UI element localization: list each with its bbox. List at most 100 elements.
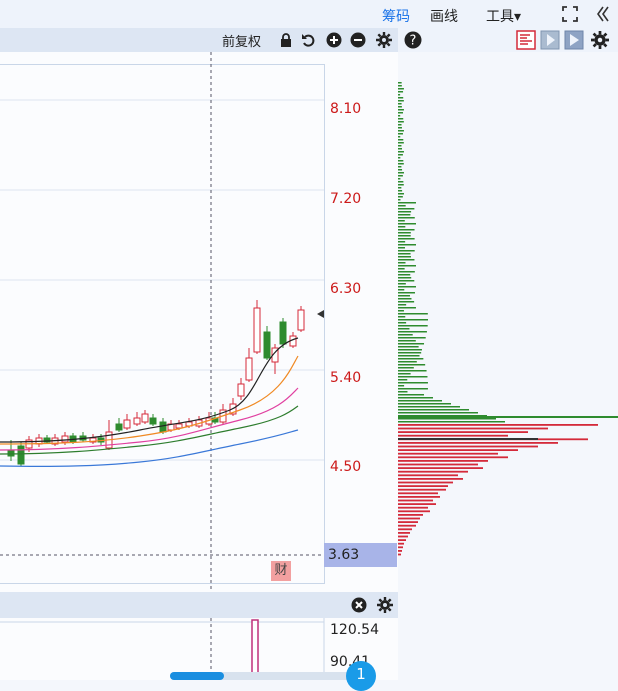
chip-bar bbox=[398, 136, 401, 138]
finance-marker[interactable]: 财 bbox=[271, 561, 291, 581]
chip-bar bbox=[398, 163, 404, 165]
chip-bar bbox=[398, 241, 406, 243]
chip-bar bbox=[398, 337, 426, 339]
chip-bar bbox=[398, 157, 401, 159]
chip-bar bbox=[398, 331, 427, 333]
moving-average-line bbox=[0, 429, 299, 467]
zoom-in-icon[interactable] bbox=[326, 32, 342, 48]
chip-bar bbox=[398, 295, 410, 297]
chip-bar bbox=[398, 370, 427, 372]
candle bbox=[263, 331, 271, 359]
fullscreen-icon[interactable] bbox=[561, 5, 579, 23]
help-icon[interactable]: ? bbox=[404, 31, 422, 49]
chip-bar bbox=[398, 355, 420, 357]
chip-bar bbox=[398, 406, 460, 408]
chart-toolbar: 前复权 bbox=[0, 28, 398, 52]
chip-bar bbox=[398, 349, 422, 351]
play-step-icon[interactable] bbox=[564, 30, 584, 50]
chip-bar bbox=[398, 253, 411, 255]
chip-bar bbox=[398, 247, 405, 249]
chip-bar bbox=[398, 481, 453, 484]
chip-bar bbox=[398, 361, 417, 363]
chip-bar bbox=[398, 307, 416, 309]
chip-bar bbox=[398, 391, 408, 393]
chip-bar bbox=[398, 244, 416, 246]
chips-toolbar: ? bbox=[398, 28, 618, 52]
chip-bar bbox=[398, 358, 424, 360]
candle bbox=[297, 309, 305, 331]
undo-icon[interactable] bbox=[301, 32, 317, 48]
draw-line-tab[interactable]: 画线 bbox=[430, 6, 458, 26]
chip-bar bbox=[398, 385, 405, 387]
chip-bar bbox=[398, 346, 419, 348]
chip-bar bbox=[398, 106, 402, 108]
moving-average-line bbox=[0, 355, 299, 445]
chip-bar bbox=[398, 506, 428, 509]
chip-bar bbox=[398, 229, 415, 231]
tools-menu[interactable]: 工具▾ bbox=[486, 6, 521, 26]
zoom-out-icon[interactable] bbox=[350, 32, 366, 48]
chip-bar bbox=[398, 262, 406, 264]
axis-label-6-30: 6.30 bbox=[330, 281, 362, 297]
chip-bar bbox=[398, 124, 402, 126]
axis-label-8-10: 8.10 bbox=[330, 101, 362, 117]
chip-bar bbox=[398, 172, 404, 174]
chip-bar bbox=[398, 265, 416, 267]
volume-settings-gear-icon[interactable] bbox=[377, 597, 393, 613]
axis-label-7-20: 7.20 bbox=[330, 191, 362, 207]
gear-icon[interactable] bbox=[376, 32, 392, 48]
kline-chart[interactable] bbox=[0, 52, 398, 592]
axis-label-4-50: 4.50 bbox=[330, 459, 362, 475]
chips-tab[interactable]: 筹码 bbox=[382, 6, 410, 26]
chip-bar bbox=[398, 409, 469, 411]
chip-list-icon[interactable] bbox=[516, 30, 536, 50]
candle bbox=[7, 449, 15, 457]
chip-bar bbox=[398, 160, 404, 162]
chip-bar bbox=[398, 517, 420, 520]
chip-bar bbox=[398, 456, 508, 459]
chip-bar bbox=[398, 115, 401, 117]
chip-bar bbox=[398, 322, 407, 324]
chip-bar bbox=[398, 467, 483, 469]
chip-bar bbox=[398, 316, 406, 318]
chip-bar bbox=[398, 434, 508, 437]
moving-average-line bbox=[0, 405, 299, 455]
price-adjust-select[interactable]: 前复权 bbox=[222, 31, 261, 50]
chip-bar bbox=[398, 449, 518, 451]
chip-bar bbox=[398, 319, 428, 321]
collapse-left-icon[interactable] bbox=[596, 5, 610, 23]
chip-bar bbox=[398, 382, 428, 384]
page-badge[interactable]: 1 bbox=[346, 661, 376, 691]
chip-bar bbox=[398, 100, 404, 102]
chip-bar bbox=[398, 539, 406, 541]
chip-bar bbox=[398, 343, 425, 345]
chips-settings-gear-icon[interactable] bbox=[591, 31, 609, 49]
chip-bar bbox=[398, 510, 430, 513]
chip-bar bbox=[398, 298, 412, 300]
chip-bar bbox=[398, 82, 402, 84]
chip-bar bbox=[398, 133, 403, 135]
svg-text:?: ? bbox=[410, 34, 417, 49]
chip-bar bbox=[398, 145, 402, 147]
chip-bar bbox=[398, 388, 428, 390]
play-icon[interactable] bbox=[540, 30, 560, 50]
candle bbox=[141, 413, 149, 423]
time-scrollbar[interactable] bbox=[170, 672, 356, 680]
chip-bar bbox=[398, 289, 405, 291]
chip-bar bbox=[398, 130, 404, 132]
scrollbar-thumb[interactable] bbox=[170, 672, 224, 680]
chip-bar bbox=[398, 364, 426, 366]
chip-bar bbox=[398, 542, 404, 545]
chip-bar bbox=[398, 91, 404, 93]
chip-bar bbox=[398, 238, 415, 240]
chip-bar bbox=[398, 283, 406, 285]
chip-bar bbox=[398, 397, 433, 399]
axis-label-5-40: 5.40 bbox=[330, 370, 362, 386]
lock-icon[interactable] bbox=[278, 32, 294, 48]
close-icon[interactable] bbox=[351, 597, 367, 613]
current-price-tag: 3.63 bbox=[324, 543, 397, 567]
candle bbox=[253, 307, 261, 353]
chip-bar bbox=[398, 121, 404, 123]
chip-bar bbox=[398, 220, 405, 222]
chip-bar bbox=[398, 211, 412, 213]
